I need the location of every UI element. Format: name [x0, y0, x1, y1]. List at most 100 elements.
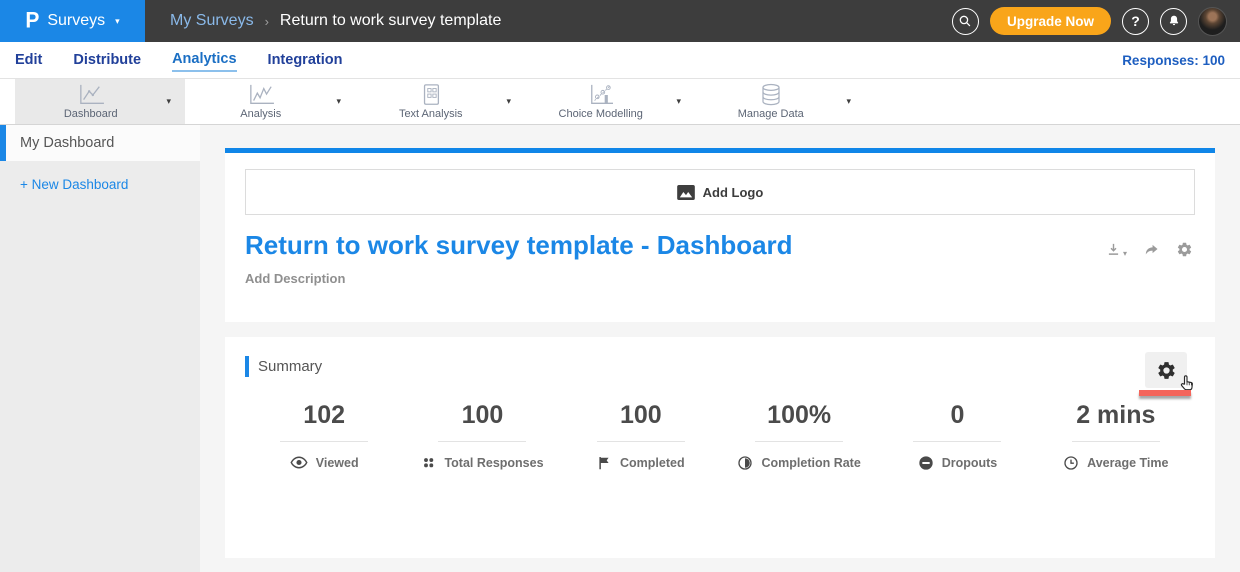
sidebar-item-my-dashboard[interactable]: My Dashboard — [0, 125, 200, 161]
search-button[interactable] — [952, 8, 979, 35]
chevron-down-icon[interactable]: ▾ — [336, 97, 355, 106]
add-logo-button[interactable]: Add Logo — [245, 169, 1195, 215]
contrast-icon — [737, 455, 753, 471]
breadcrumb-current: Return to work survey template — [280, 12, 501, 30]
summary-settings-button[interactable] — [1145, 352, 1187, 388]
content-area: My Dashboard + New Dashboard Add Logo Re… — [0, 125, 1240, 572]
dashboard-actions: ▾ — [1105, 241, 1193, 258]
toolbar-label: Analysis — [240, 108, 281, 120]
share-button[interactable] — [1142, 241, 1161, 258]
chevron-down-icon: ▾ — [115, 17, 120, 26]
summary-card: Summary 102 Viewed 10 — [225, 337, 1215, 558]
survey-nav: Edit Distribute Analytics Integration Re… — [0, 42, 1240, 78]
stat-dropouts: 0 Dropouts — [878, 401, 1036, 471]
summary-header: Summary — [245, 356, 1195, 377]
toolbar-label: Manage Data — [738, 108, 804, 120]
add-description-placeholder[interactable]: Add Description — [245, 271, 1195, 286]
toolbar-item-text-analysis[interactable]: Text Analysis ▾ — [355, 79, 525, 124]
toolbar-item-analysis[interactable]: Analysis ▾ — [185, 79, 355, 124]
user-avatar[interactable] — [1198, 7, 1227, 36]
divider — [755, 441, 843, 442]
accent-bar — [245, 356, 249, 377]
summary-stats: 102 Viewed 100 Total Responses — [245, 401, 1195, 471]
stat-value: 100 — [403, 401, 561, 430]
stat-label: Total Responses — [444, 456, 543, 470]
tab-edit[interactable]: Edit — [15, 49, 42, 71]
question-mark-icon: ? — [1131, 13, 1140, 29]
stat-value: 2 mins — [1037, 401, 1195, 430]
chevron-down-icon: ▾ — [1123, 250, 1127, 258]
stat-completed: 100 Completed — [562, 401, 720, 471]
chevron-down-icon[interactable]: ▾ — [676, 97, 695, 106]
responses-count[interactable]: Responses: 100 — [1122, 53, 1225, 68]
stat-label: Average Time — [1087, 456, 1168, 470]
stat-total-responses: 100 Total Responses — [403, 401, 561, 471]
download-button[interactable]: ▾ — [1105, 241, 1127, 258]
bell-icon — [1167, 14, 1181, 28]
summary-heading: Summary — [258, 358, 322, 375]
stat-value: 100 — [562, 401, 720, 430]
tab-distribute[interactable]: Distribute — [73, 49, 141, 71]
share-icon — [1142, 241, 1161, 258]
chevron-down-icon[interactable]: ▾ — [506, 97, 525, 106]
annotation-underline — [1139, 390, 1191, 396]
stat-viewed: 102 Viewed — [245, 401, 403, 471]
line-chart-icon — [76, 83, 106, 107]
breadcrumb-my-surveys[interactable]: My Surveys — [170, 12, 254, 30]
breadcrumb: My Surveys › Return to work survey templ… — [170, 12, 501, 30]
tab-analytics[interactable]: Analytics — [172, 48, 236, 72]
settings-button[interactable] — [1176, 241, 1193, 258]
line-chart-icon — [246, 83, 276, 107]
chevron-down-icon[interactable]: ▾ — [846, 97, 865, 106]
help-button[interactable]: ? — [1122, 8, 1149, 35]
toolbar-item-manage-data[interactable]: Manage Data ▾ — [695, 79, 865, 124]
eye-icon — [290, 455, 308, 470]
toolbar-label: Dashboard — [64, 108, 118, 120]
stat-value: 100% — [720, 401, 878, 430]
toolbar-label: Text Analysis — [399, 108, 463, 120]
analytics-toolbar: Dashboard ▾ Analysis ▾ Text Analysis ▾ C… — [0, 78, 1240, 125]
chevron-down-icon[interactable]: ▾ — [166, 97, 185, 106]
dashboard-main: Add Logo Return to work survey template … — [200, 125, 1240, 572]
stat-label: Completion Rate — [761, 456, 860, 470]
stat-label: Viewed — [316, 456, 359, 470]
notifications-button[interactable] — [1160, 8, 1187, 35]
questionpro-logo: P — [25, 8, 39, 33]
breadcrumb-separator-icon: › — [265, 14, 269, 29]
minus-circle-icon — [918, 455, 934, 471]
dashboard-sidebar: My Dashboard + New Dashboard — [0, 125, 200, 572]
image-icon — [677, 185, 695, 200]
divider — [597, 441, 685, 442]
flag-icon — [597, 455, 612, 471]
dots-grid-icon — [421, 455, 436, 470]
tab-integration[interactable]: Integration — [268, 49, 343, 71]
dashboard-title[interactable]: Return to work survey template - Dashboa… — [245, 230, 1195, 261]
clock-icon — [1063, 455, 1079, 471]
gear-icon — [1156, 360, 1177, 381]
dashboard-header-card: Add Logo Return to work survey template … — [225, 148, 1215, 322]
search-icon — [958, 14, 972, 28]
stat-completion-rate: 100% Completion Rate — [720, 401, 878, 471]
product-switcher[interactable]: P Surveys ▾ — [0, 0, 145, 42]
divider — [280, 441, 368, 442]
topbar: P Surveys ▾ My Surveys › Return to work … — [0, 0, 1240, 42]
new-dashboard-button[interactable]: + New Dashboard — [0, 161, 200, 208]
scatter-chart-icon — [587, 83, 615, 107]
stat-label: Completed — [620, 456, 685, 470]
toolbar-item-dashboard[interactable]: Dashboard ▾ — [15, 79, 185, 124]
topbar-actions: Upgrade Now ? — [952, 7, 1240, 36]
toolbar-label: Choice Modelling — [559, 108, 643, 120]
stat-value: 0 — [878, 401, 1036, 430]
download-icon — [1105, 241, 1122, 258]
stat-label: Dropouts — [942, 456, 998, 470]
text-analysis-icon — [419, 83, 443, 107]
divider — [438, 441, 526, 442]
database-icon — [760, 83, 782, 107]
divider — [913, 441, 1001, 442]
stat-average-time: 2 mins Average Time — [1037, 401, 1195, 471]
gear-icon — [1176, 241, 1193, 258]
add-logo-label: Add Logo — [703, 185, 764, 200]
toolbar-item-choice-modelling[interactable]: Choice Modelling ▾ — [525, 79, 695, 124]
upgrade-now-button[interactable]: Upgrade Now — [990, 7, 1111, 35]
divider — [1072, 441, 1160, 442]
